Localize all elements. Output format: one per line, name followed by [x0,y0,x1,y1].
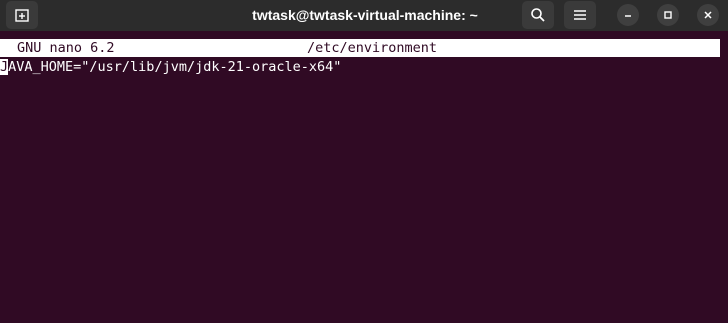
close-icon [704,11,712,19]
hamburger-menu-icon [574,10,586,20]
nano-filename: /etc/environment [307,40,438,56]
terminal-area[interactable]: GNU nano 6.2 /etc/environment JAVA_HOME=… [0,31,728,323]
new-tab-button[interactable] [6,1,38,29]
minimize-button[interactable] [617,4,639,26]
maximize-button[interactable] [657,4,679,26]
nano-version: GNU nano 6.2 [17,40,115,56]
window-title: twtask@twtask-virtual-machine: ~ [252,7,478,23]
close-button[interactable] [697,4,719,26]
nano-title-bar: GNU nano 6.2 /etc/environment [0,39,720,57]
search-button[interactable] [522,1,554,29]
new-tab-icon [15,9,29,22]
terminal-window: twtask@twtask-virtual-machine: ~ GNU nan… [0,0,728,323]
maximize-icon [664,11,672,19]
text-cursor: J [0,59,9,75]
line-text: AVA_HOME="/usr/lib/jvm/jdk-21-oracle-x64… [8,59,342,75]
minimize-icon [625,15,631,17]
menu-button[interactable] [564,1,596,29]
scroll-indicator [720,39,728,57]
search-icon [531,8,545,22]
title-bar: twtask@twtask-virtual-machine: ~ [0,0,728,31]
editor-line[interactable]: JAVA_HOME="/usr/lib/jvm/jdk-21-oracle-x6… [0,58,341,76]
